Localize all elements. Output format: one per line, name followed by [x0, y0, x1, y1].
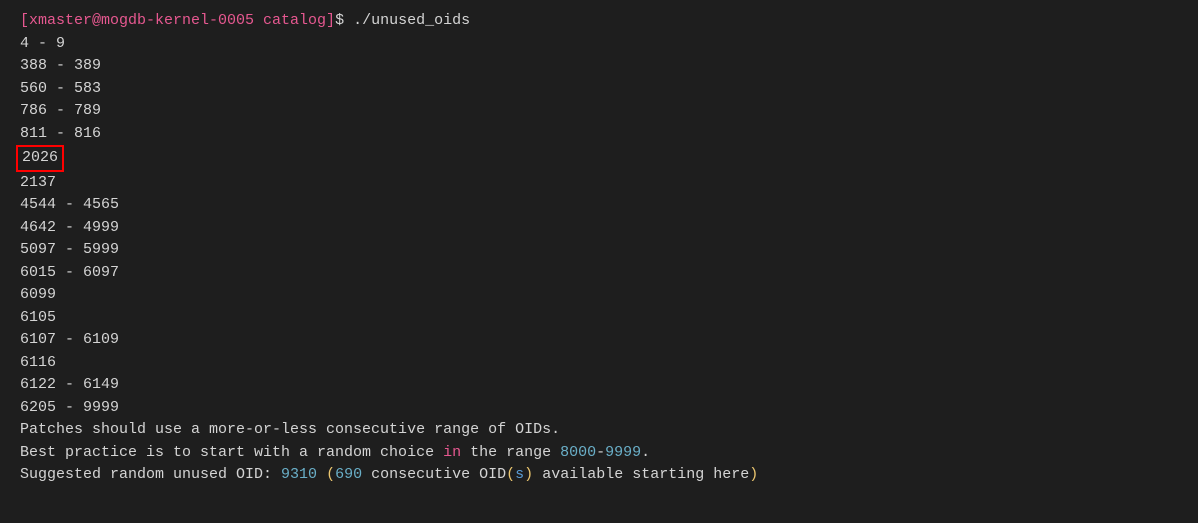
oid-range-line: 811 - 816	[20, 123, 1178, 146]
oid-range-line: 5097 - 5999	[20, 239, 1178, 262]
paren-close-2: )	[524, 466, 533, 483]
oid-range-line: 4 - 9	[20, 33, 1178, 56]
footer3-end: available starting here	[533, 466, 749, 483]
oid-range-line: 6116	[20, 352, 1178, 375]
oid-range-line: 388 - 389	[20, 55, 1178, 78]
footer-line-3: Suggested random unused OID: 9310 (690 c…	[20, 464, 1178, 487]
highlighted-oid: 2026	[16, 145, 64, 172]
range-dash: -	[596, 444, 605, 461]
consecutive-count: 690	[335, 466, 362, 483]
shell-command[interactable]: ./unused_oids	[353, 12, 470, 29]
footer2-text-b: the range	[461, 444, 560, 461]
prompt-prefix: [xmaster@mogdb-kernel-0005 catalog]	[20, 12, 335, 29]
prompt-separator: $	[335, 12, 353, 29]
paren-open-2: (	[506, 466, 515, 483]
oid-range-line: 6105	[20, 307, 1178, 330]
suggested-oid: 9310	[281, 466, 317, 483]
footer2-dot: .	[641, 444, 650, 461]
oid-range-line: 786 - 789	[20, 100, 1178, 123]
range-start: 8000	[560, 444, 596, 461]
footer-line-1: Patches should use a more-or-less consec…	[20, 419, 1178, 442]
footer3-space	[317, 466, 326, 483]
oid-range-line: 2137	[20, 172, 1178, 195]
oid-range-line: 4544 - 4565	[20, 194, 1178, 217]
oid-range-line: 2026	[20, 145, 1178, 172]
footer3-mid: consecutive OID	[362, 466, 506, 483]
shell-prompt-line: [xmaster@mogdb-kernel-0005 catalog]$ ./u…	[20, 10, 1178, 33]
footer-line-2: Best practice is to start with a random …	[20, 442, 1178, 465]
oid-range-line: 560 - 583	[20, 78, 1178, 101]
paren-open-1: (	[326, 466, 335, 483]
plural-s: s	[515, 466, 524, 483]
oid-range-line: 6015 - 6097	[20, 262, 1178, 285]
command-output: 4 - 9388 - 389560 - 583786 - 789811 - 81…	[20, 33, 1178, 420]
oid-range-line: 6107 - 6109	[20, 329, 1178, 352]
paren-close-1: )	[749, 466, 758, 483]
oid-range-line: 4642 - 4999	[20, 217, 1178, 240]
footer3-text-a: Suggested random unused OID:	[20, 466, 281, 483]
oid-range-line: 6099	[20, 284, 1178, 307]
footer2-text-a: Best practice is to start with a random …	[20, 444, 443, 461]
oid-range-line: 6122 - 6149	[20, 374, 1178, 397]
oid-range-line: 6205 - 9999	[20, 397, 1178, 420]
range-end: 9999	[605, 444, 641, 461]
keyword-in: in	[443, 444, 461, 461]
